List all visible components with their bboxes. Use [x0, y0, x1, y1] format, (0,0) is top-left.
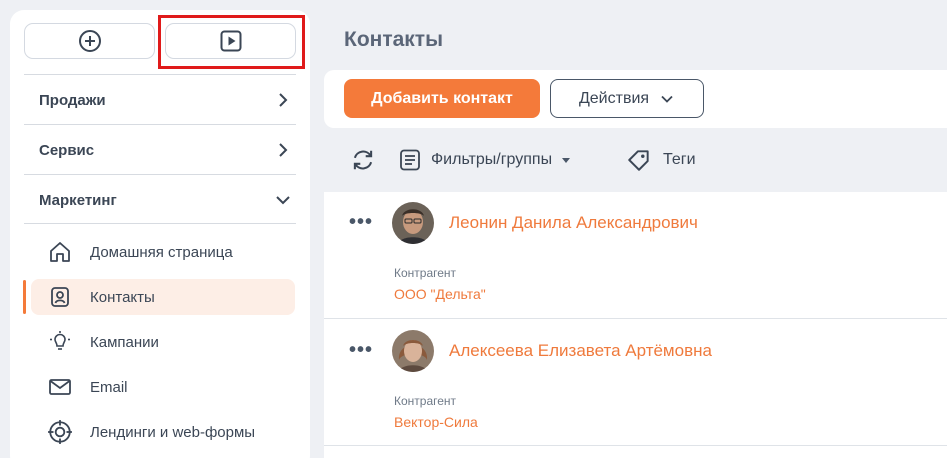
more-options-icon[interactable]: ••• — [349, 340, 373, 360]
org-label: Контрагент — [394, 394, 457, 408]
org-label: Контрагент — [394, 266, 457, 280]
tags-button[interactable]: Теги — [626, 147, 696, 173]
section-label: Сервис — [39, 141, 95, 159]
refresh-icon — [353, 150, 373, 170]
sidebar-item-campaigns[interactable]: Кампании — [31, 324, 295, 360]
section-label: Продажи — [39, 91, 106, 109]
sidebar-item-label: Домашняя страница — [90, 243, 233, 261]
active-indicator — [23, 280, 26, 314]
avatar — [392, 330, 434, 372]
chevron-right-icon — [279, 143, 288, 157]
refresh-button[interactable] — [350, 147, 376, 173]
play-button[interactable] — [165, 23, 296, 59]
sidebar-item-label: Email — [90, 378, 128, 396]
caret-down-icon — [562, 158, 571, 163]
filters-dropdown[interactable]: Фильтры/группы — [398, 147, 571, 173]
actions-label: Действия — [578, 89, 650, 107]
sidebar-top-buttons — [24, 23, 296, 59]
add-button[interactable] — [24, 23, 155, 59]
sidebar-item-label: Кампании — [90, 333, 159, 351]
row-divider — [324, 318, 947, 319]
contact-name-link[interactable]: Алексеева Елизавета Артёмовна — [449, 341, 712, 361]
section-marketing[interactable]: Маркетинг — [24, 175, 296, 225]
actions-button[interactable]: Действия — [550, 79, 704, 118]
tag-icon — [628, 150, 649, 171]
tags-label: Теги — [663, 151, 696, 168]
chevron-down-icon — [661, 95, 673, 103]
org-link[interactable]: ООО "Дельта" — [394, 286, 486, 302]
envelope-icon — [47, 374, 73, 400]
avatar — [392, 202, 434, 244]
filters-label: Фильтры/группы — [431, 151, 553, 168]
home-icon — [47, 239, 73, 265]
chevron-right-icon — [279, 93, 288, 107]
target-icon — [47, 419, 73, 445]
plus-circle-icon — [78, 30, 101, 52]
contact-icon — [47, 284, 73, 310]
contact-name-link[interactable]: Леонин Данила Александрович — [449, 213, 698, 233]
play-icon — [220, 30, 241, 52]
divider — [24, 223, 296, 224]
add-contact-button[interactable]: Добавить контакт — [344, 79, 540, 118]
org-link[interactable]: Вектор-Сила — [394, 414, 478, 430]
list-icon — [400, 149, 420, 171]
section-sales[interactable]: Продажи — [24, 75, 296, 125]
section-label: Маркетинг — [39, 191, 117, 209]
sidebar-item-label: Лендинги и web-формы — [90, 423, 256, 441]
sidebar-item-landings[interactable]: Лендинги и web-формы — [31, 414, 295, 450]
lightbulb-icon — [47, 329, 73, 355]
more-options-icon[interactable]: ••• — [349, 212, 373, 232]
section-service[interactable]: Сервис — [24, 125, 296, 175]
sidebar-item-label: Контакты — [90, 288, 155, 306]
sidebar-item-contacts[interactable]: Контакты — [31, 279, 295, 315]
sidebar-item-home[interactable]: Домашняя страница — [31, 234, 295, 270]
sidebar-item-email[interactable]: Email — [31, 369, 295, 405]
chevron-down-icon — [276, 196, 290, 205]
page-title: Контакты — [344, 28, 444, 51]
row-divider — [324, 445, 947, 446]
